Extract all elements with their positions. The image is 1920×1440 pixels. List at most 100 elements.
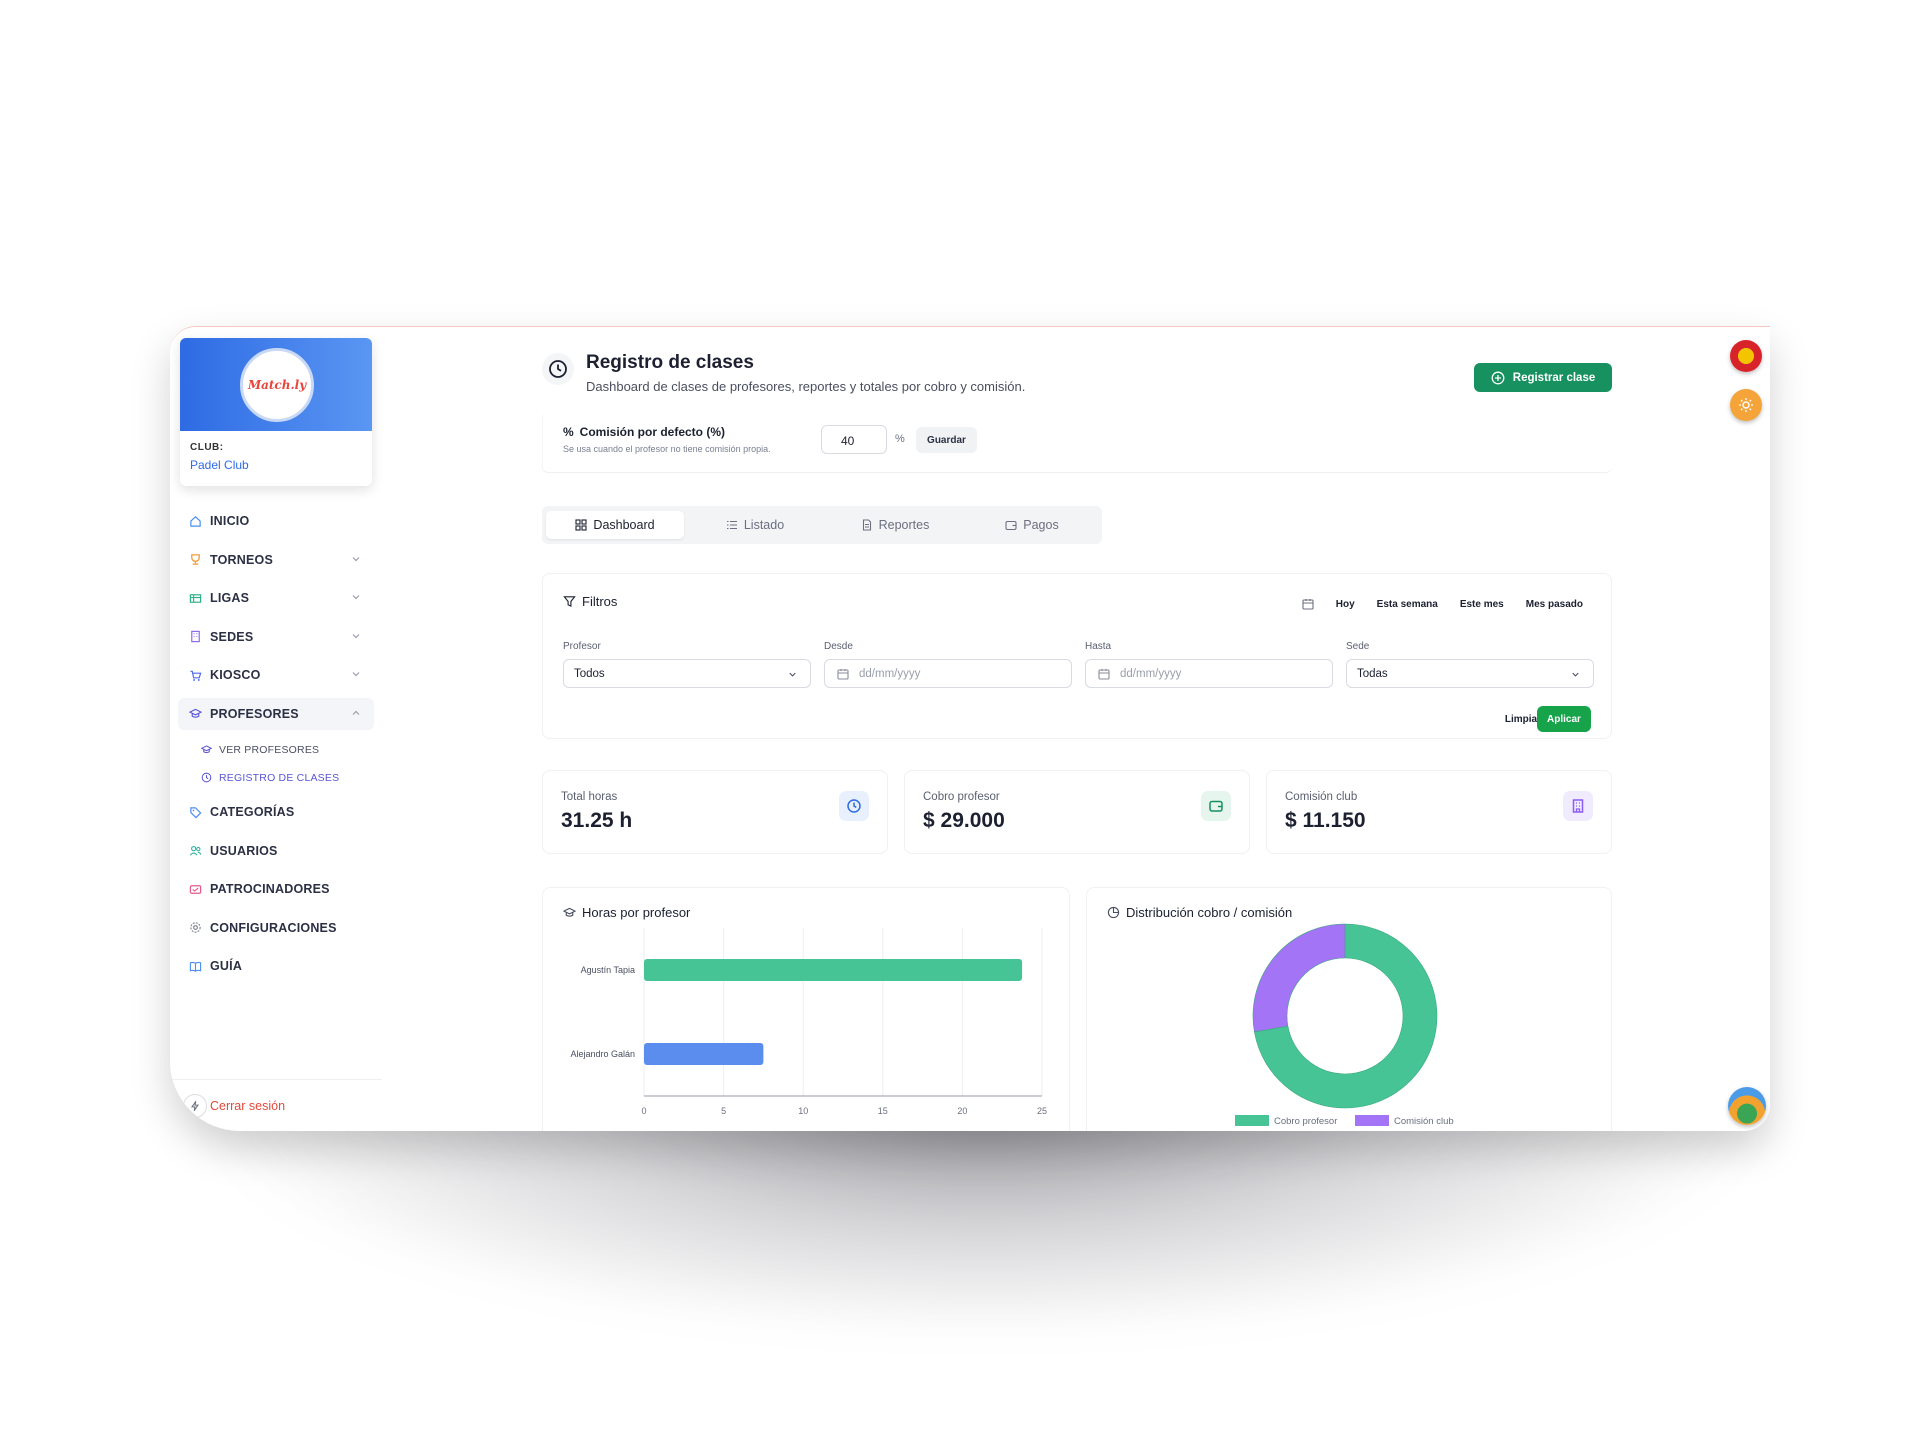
tab-bar: Dashboard Listado Reportes Pagos <box>542 506 1102 544</box>
tab-pagos[interactable]: Pagos <box>966 511 1098 539</box>
donut-chart: Cobro profesor Comisión club <box>1235 923 1454 1127</box>
chevron-up-icon <box>352 710 360 715</box>
stat-card-comision-club: Comisión club $ 11.150 <box>1266 770 1612 854</box>
stat-label: Total horas <box>561 791 618 803</box>
save-commission-button[interactable]: Guardar <box>916 427 977 453</box>
table-icon <box>188 591 202 605</box>
sidebar-subitem-label: REGISTRO DE CLASES <box>219 772 340 784</box>
gear-icon <box>188 921 202 935</box>
app-window: Match.ly CLUB: Padel Club INICIO TORNEOS <box>170 326 1770 1131</box>
sidebar-item-ligas[interactable]: LIGAS <box>178 582 374 614</box>
logo-text: Match.ly <box>247 378 307 392</box>
desde-date-input[interactable]: dd/mm/yyyy <box>824 659 1072 688</box>
clock-icon <box>542 353 574 385</box>
quick-range-hoy[interactable]: Hoy <box>1336 599 1355 610</box>
building-icon <box>188 630 202 644</box>
y-category-label: Alejandro Galán <box>570 1049 635 1059</box>
calendar-icon <box>837 669 849 680</box>
chevron-down-icon <box>1572 672 1579 677</box>
sede-select[interactable]: Todas <box>1346 659 1594 688</box>
page-title: Registro de clases <box>586 352 754 373</box>
commission-card: % Comisión por defecto (%) Se usa cuando … <box>542 413 1612 473</box>
percent-icon: % <box>563 425 574 439</box>
hasta-label: Hasta <box>1085 641 1112 652</box>
chevron-down-icon <box>352 556 360 561</box>
main-content: Registro de clases Dashboard de clases d… <box>542 327 1612 1131</box>
quick-range-bar: Hoy Esta semana Este mes Mes pasado <box>1302 598 1583 610</box>
tab-reportes[interactable]: Reportes <box>826 511 964 539</box>
filters-title: Filtros <box>563 594 617 609</box>
hasta-placeholder: dd/mm/yyyy <box>1120 667 1182 680</box>
chevron-down-icon <box>352 672 360 677</box>
quick-range-mes-pasado[interactable]: Mes pasado <box>1526 599 1583 610</box>
hasta-date-input[interactable]: dd/mm/yyyy <box>1085 659 1333 688</box>
club-name: Padel Club <box>190 458 249 472</box>
x-tick-label: 0 <box>641 1106 646 1116</box>
power-icon <box>183 1094 207 1118</box>
sidebar-item-label: CATEGORÍAS <box>210 805 295 819</box>
sede-value: Todas <box>1357 667 1388 680</box>
chevron-down-icon <box>789 672 796 677</box>
language-flag-button[interactable] <box>1730 340 1762 372</box>
sidebar-item-guia[interactable]: GUÍA <box>178 950 374 982</box>
sidebar-item-profesores[interactable]: PROFESORES <box>178 697 374 730</box>
commission-title-text: Comisión por defecto (%) <box>579 425 726 439</box>
sidebar-item-torneos[interactable]: TORNEOS <box>178 544 374 576</box>
assistant-avatar-button[interactable] <box>1728 1087 1766 1125</box>
sidebar-item-inicio[interactable]: INICIO <box>178 505 374 537</box>
graduation-cap-icon <box>188 707 202 721</box>
apply-filters-button[interactable]: Aplicar <box>1537 706 1591 732</box>
clear-filters-button[interactable]: Limpiar <box>1505 714 1541 725</box>
quick-range-esta-semana[interactable]: Esta semana <box>1377 599 1438 610</box>
chart-card-hours: Horas por profesor 0 5 10 15 20 25 Agustín Tap… <box>542 887 1070 1131</box>
tab-label: Dashboard <box>593 518 655 532</box>
page-subtitle: Dashboard de clases de profesores, repor… <box>586 379 1026 394</box>
stat-card-total-horas: Total horas 31.25 h <box>542 770 888 854</box>
club-card[interactable]: Match.ly CLUB: Padel Club <box>180 338 372 486</box>
sidebar-item-sedes[interactable]: SEDES <box>178 621 374 653</box>
clock-icon <box>201 772 213 784</box>
bar <box>644 959 1023 981</box>
sidebar-item-label: PROFESORES <box>210 706 299 721</box>
logout-button[interactable]: Cerrar sesión <box>170 1079 382 1131</box>
sidebar-item-label: CONFIGURACIONES <box>210 920 337 935</box>
sidebar-item-categorias[interactable]: CATEGORÍAS <box>178 796 374 828</box>
profesor-select[interactable]: Todos <box>563 659 811 688</box>
legend-swatch <box>1355 1115 1389 1126</box>
sidebar-nav: INICIO TORNEOS LIGAS SEDES KIOSCO PROFES… <box>178 505 374 989</box>
register-class-button[interactable]: Registrar clase <box>1474 363 1612 392</box>
tab-dashboard[interactable]: Dashboard <box>546 511 684 539</box>
list-icon <box>726 520 737 530</box>
stat-value: $ 29.000 <box>923 809 1005 832</box>
cart-icon <box>188 668 202 682</box>
quick-range-este-mes[interactable]: Este mes <box>1460 599 1504 610</box>
filters-card: Filtros Hoy Esta semana Este mes Mes pas… <box>542 573 1612 739</box>
chart-card-distribution: Distribución cobro / comisión Cobro prof… <box>1086 887 1612 1131</box>
commission-input[interactable]: 40 <box>821 425 887 454</box>
sidebar-item-label: GUÍA <box>210 959 243 973</box>
stat-label: Comisión club <box>1285 791 1358 803</box>
sidebar-item-label: USUARIOS <box>210 843 278 858</box>
theme-toggle-button[interactable] <box>1730 389 1762 421</box>
sidebar-item-label: KIOSCO <box>210 668 261 682</box>
sidebar-item-label: SEDES <box>210 629 254 644</box>
x-tick-label: 20 <box>957 1106 967 1116</box>
bar <box>644 1043 764 1065</box>
sidebar-item-label: INICIO <box>210 514 250 528</box>
commission-title: % Comisión por defecto (%) <box>563 425 725 439</box>
sidebar-item-configuraciones[interactable]: CONFIGURACIONES <box>178 912 374 944</box>
home-icon <box>188 514 202 528</box>
legend-label: Cobro profesor <box>1274 1116 1337 1127</box>
sidebar-subitem-ver-profesores[interactable]: VER PROFESORES <box>178 736 374 764</box>
sidebar-item-patrocinadores[interactable]: PATROCINADORES <box>178 873 374 905</box>
sidebar-subitem-registro-de-clases[interactable]: REGISTRO DE CLASES <box>178 764 374 792</box>
sun-icon <box>1739 398 1753 412</box>
calendar-icon <box>1302 599 1314 610</box>
sidebar-item-usuarios[interactable]: USUARIOS <box>178 835 374 867</box>
profesor-label: Profesor <box>563 641 601 652</box>
sidebar-item-label: TORNEOS <box>210 552 273 567</box>
desde-label: Desde <box>824 641 853 652</box>
bar-chart: 0 5 10 15 20 25 Agustín Tapia Alejandro Galán <box>570 928 1047 1116</box>
tab-listado[interactable]: Listado <box>686 511 824 539</box>
sidebar-item-kiosco[interactable]: KIOSCO <box>178 659 374 691</box>
